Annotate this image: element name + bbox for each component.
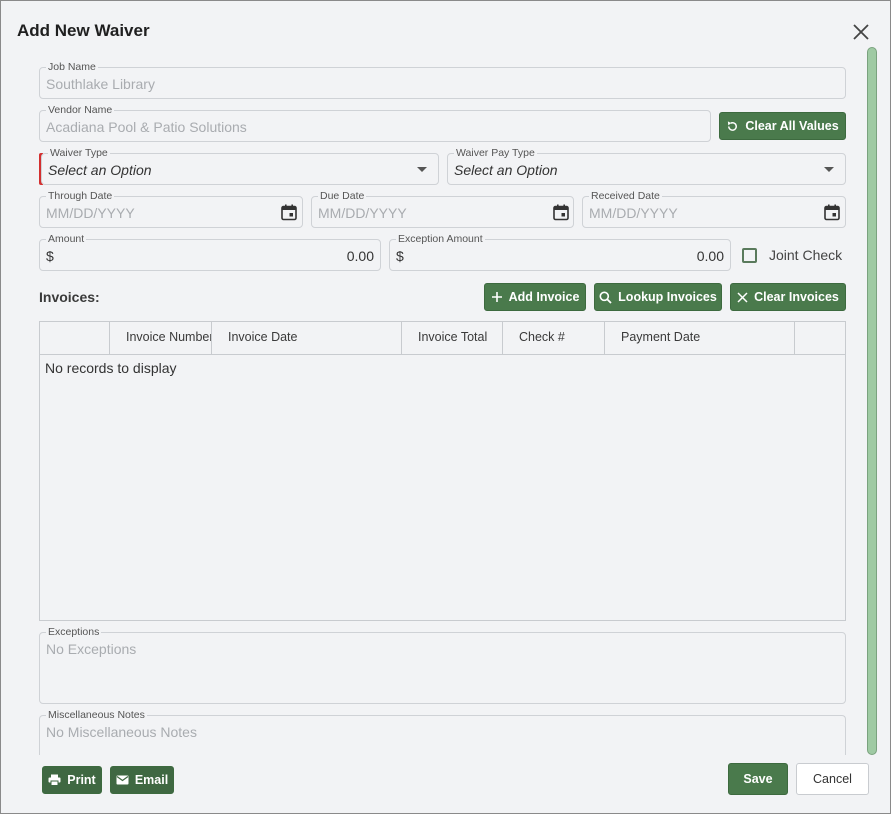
search-icon [599,291,612,304]
exception-amount-field[interactable]: Exception Amount $ 0.00 [389,232,731,271]
waiver-pay-type-select[interactable]: Waiver Pay Type Select an Option [447,146,846,185]
clear-invoices-button[interactable]: Clear Invoices [730,283,846,311]
grid-column-select[interactable] [40,322,110,354]
due-date-field[interactable]: Due Date MM/DD/YYYY [311,189,574,228]
currency-symbol: $ [46,248,54,264]
amount-field[interactable]: Amount $ 0.00 [39,232,381,271]
misc-notes-placeholder: No Miscellaneous Notes [46,724,197,740]
waiver-type-select[interactable]: Waiver Type Select an Option [41,146,439,185]
exceptions-label: Exceptions [46,625,102,639]
calendar-icon[interactable] [824,204,840,221]
grid-column-invoice-date[interactable]: Invoice Date [212,322,402,354]
lookup-invoices-button[interactable]: Lookup Invoices [594,283,722,311]
misc-notes-label: Miscellaneous Notes [46,708,147,722]
waiver-pay-type-value: Select an Option [454,162,558,178]
invoices-grid: Invoice Number Invoice Date Invoice Tota… [39,321,846,621]
mail-icon [116,775,129,785]
vendor-name-label: Vendor Name [46,103,115,117]
close-icon[interactable] [850,21,872,43]
joint-check-label: Joint Check [769,247,843,263]
through-date-placeholder: MM/DD/YYYY [46,205,135,221]
exception-amount-label: Exception Amount [396,232,485,246]
scrollbar[interactable] [867,47,877,755]
job-name-value: Southlake Library [46,76,155,92]
through-date-field[interactable]: Through Date MM/DD/YYYY [39,189,303,228]
plus-icon [491,292,502,302]
amount-label: Amount [46,232,87,246]
grid-column-check-number[interactable]: Check # [503,322,605,354]
grid-column-invoice-number[interactable]: Invoice Number [110,322,212,354]
add-invoice-button[interactable]: Add Invoice [484,283,586,311]
close-icon [737,291,748,303]
clear-all-values-button[interactable]: Clear All Values [719,112,846,140]
add-waiver-dialog: Add New Waiver Job Name Southlake Librar… [0,0,891,814]
vendor-name-field[interactable]: Vendor Name Acadiana Pool & Patio Soluti… [39,103,711,142]
print-label: Print [67,773,96,787]
grid-column-actions [795,322,845,354]
reset-icon [728,120,738,131]
job-name-field[interactable]: Job Name Southlake Library [39,60,846,99]
clear-all-values-label: Clear All Values [745,119,839,133]
save-button[interactable]: Save [728,763,788,795]
misc-notes-field[interactable]: Miscellaneous Notes No Miscellaneous Not… [39,708,846,755]
cancel-button[interactable]: Cancel [796,763,869,795]
lookup-invoices-label: Lookup Invoices [618,290,717,304]
save-label: Save [743,772,773,786]
grid-empty-message: No records to display [45,360,177,376]
exceptions-field[interactable]: Exceptions No Exceptions [39,625,846,704]
vendor-name-value: Acadiana Pool & Patio Solutions [46,119,247,135]
received-date-field[interactable]: Received Date MM/DD/YYYY [582,189,846,228]
due-date-placeholder: MM/DD/YYYY [318,205,407,221]
email-label: Email [134,773,169,787]
exception-amount-value: 0.00 [696,248,724,264]
currency-symbol: $ [396,248,404,264]
cancel-label: Cancel [813,772,852,786]
received-date-label: Received Date [589,189,662,203]
grid-column-invoice-total[interactable]: Invoice Total [402,322,503,354]
waiver-type-value: Select an Option [48,162,152,178]
calendar-icon[interactable] [281,204,297,221]
clear-invoices-label: Clear Invoices [754,290,839,304]
chevron-down-icon [824,167,834,172]
received-date-placeholder: MM/DD/YYYY [589,205,678,221]
printer-icon [48,774,61,786]
chevron-down-icon [417,167,427,172]
grid-column-payment-date[interactable]: Payment Date [605,322,795,354]
invoices-heading: Invoices: [39,289,100,305]
grid-header: Invoice Number Invoice Date Invoice Tota… [40,322,845,355]
joint-check-checkbox[interactable] [742,248,757,263]
calendar-icon[interactable] [553,204,569,221]
job-name-label: Job Name [46,60,98,74]
add-invoice-label: Add Invoice [508,290,580,304]
dialog-title: Add New Waiver [17,21,150,40]
through-date-label: Through Date [46,189,115,203]
exceptions-placeholder: No Exceptions [46,641,137,657]
waiver-pay-type-label: Waiver Pay Type [454,146,537,160]
print-button[interactable]: Print [42,766,102,794]
waiver-type-label: Waiver Type [48,146,110,160]
amount-value: 0.00 [346,248,374,264]
email-button[interactable]: Email [110,766,174,794]
due-date-label: Due Date [318,189,367,203]
